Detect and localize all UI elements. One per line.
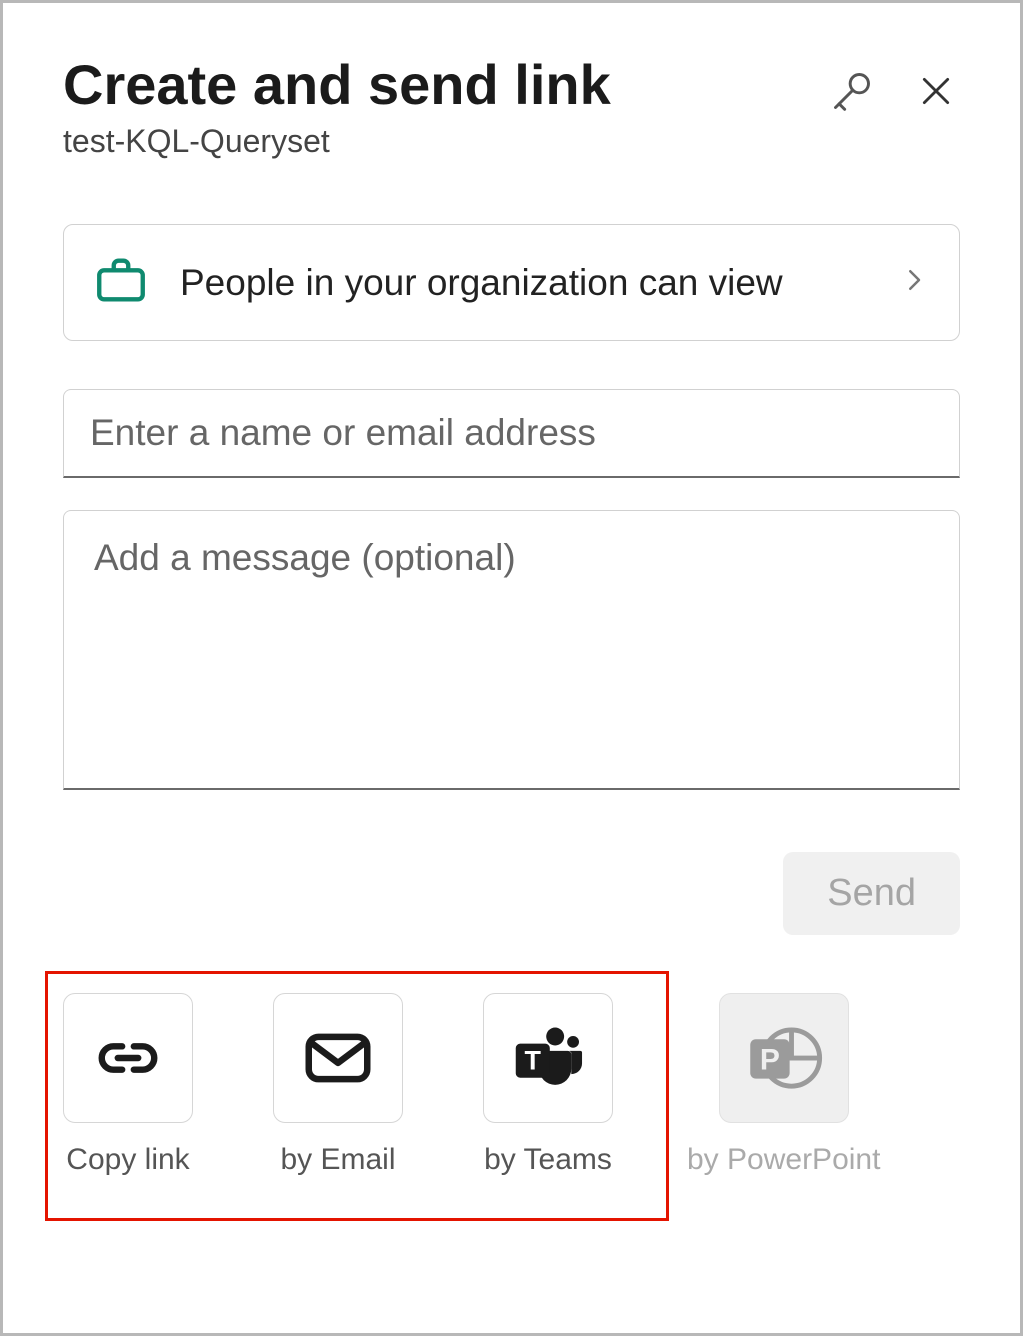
copy-link-icon-box bbox=[63, 993, 193, 1123]
svg-text:P: P bbox=[760, 1044, 780, 1077]
header-titles: Create and send link test-KQL-Queryset bbox=[63, 53, 826, 160]
close-button[interactable] bbox=[912, 67, 960, 118]
share-options-row: Copy link by Email T bbox=[63, 977, 960, 1187]
email-label: by Email bbox=[280, 1143, 395, 1177]
key-icon bbox=[830, 69, 874, 113]
powerpoint-option[interactable]: P by PowerPoint bbox=[687, 993, 880, 1177]
copy-link-label: Copy link bbox=[66, 1143, 189, 1177]
teams-icon-box: T bbox=[483, 993, 613, 1123]
email-icon-box bbox=[273, 993, 403, 1123]
teams-option[interactable]: T by Teams bbox=[483, 993, 613, 1177]
message-input[interactable] bbox=[63, 510, 960, 790]
powerpoint-icon-box: P bbox=[719, 993, 849, 1123]
powerpoint-icon: P bbox=[739, 1013, 829, 1103]
send-row: Send bbox=[63, 852, 960, 935]
mail-icon bbox=[299, 1019, 377, 1097]
share-dialog: Create and send link test-KQL-Queryset bbox=[0, 0, 1023, 1336]
chevron-right-icon bbox=[899, 265, 929, 300]
copy-link-option[interactable]: Copy link bbox=[63, 993, 193, 1177]
teams-label: by Teams bbox=[484, 1143, 612, 1177]
teams-icon: T bbox=[505, 1015, 591, 1101]
recipient-input[interactable] bbox=[63, 389, 960, 478]
key-icon-button[interactable] bbox=[826, 65, 878, 120]
permission-selector[interactable]: People in your organization can view bbox=[63, 224, 960, 341]
dialog-header: Create and send link test-KQL-Queryset bbox=[63, 53, 960, 160]
dialog-subtitle: test-KQL-Queryset bbox=[63, 123, 826, 160]
send-button[interactable]: Send bbox=[783, 852, 960, 935]
close-icon bbox=[916, 71, 956, 111]
powerpoint-label: by PowerPoint bbox=[687, 1143, 880, 1177]
briefcase-icon bbox=[92, 251, 150, 314]
link-icon bbox=[93, 1023, 163, 1093]
dialog-title: Create and send link bbox=[63, 53, 826, 117]
email-option[interactable]: by Email bbox=[273, 993, 403, 1177]
svg-text:T: T bbox=[525, 1046, 542, 1076]
header-icons bbox=[826, 53, 960, 120]
permission-text: People in your organization can view bbox=[180, 258, 869, 308]
